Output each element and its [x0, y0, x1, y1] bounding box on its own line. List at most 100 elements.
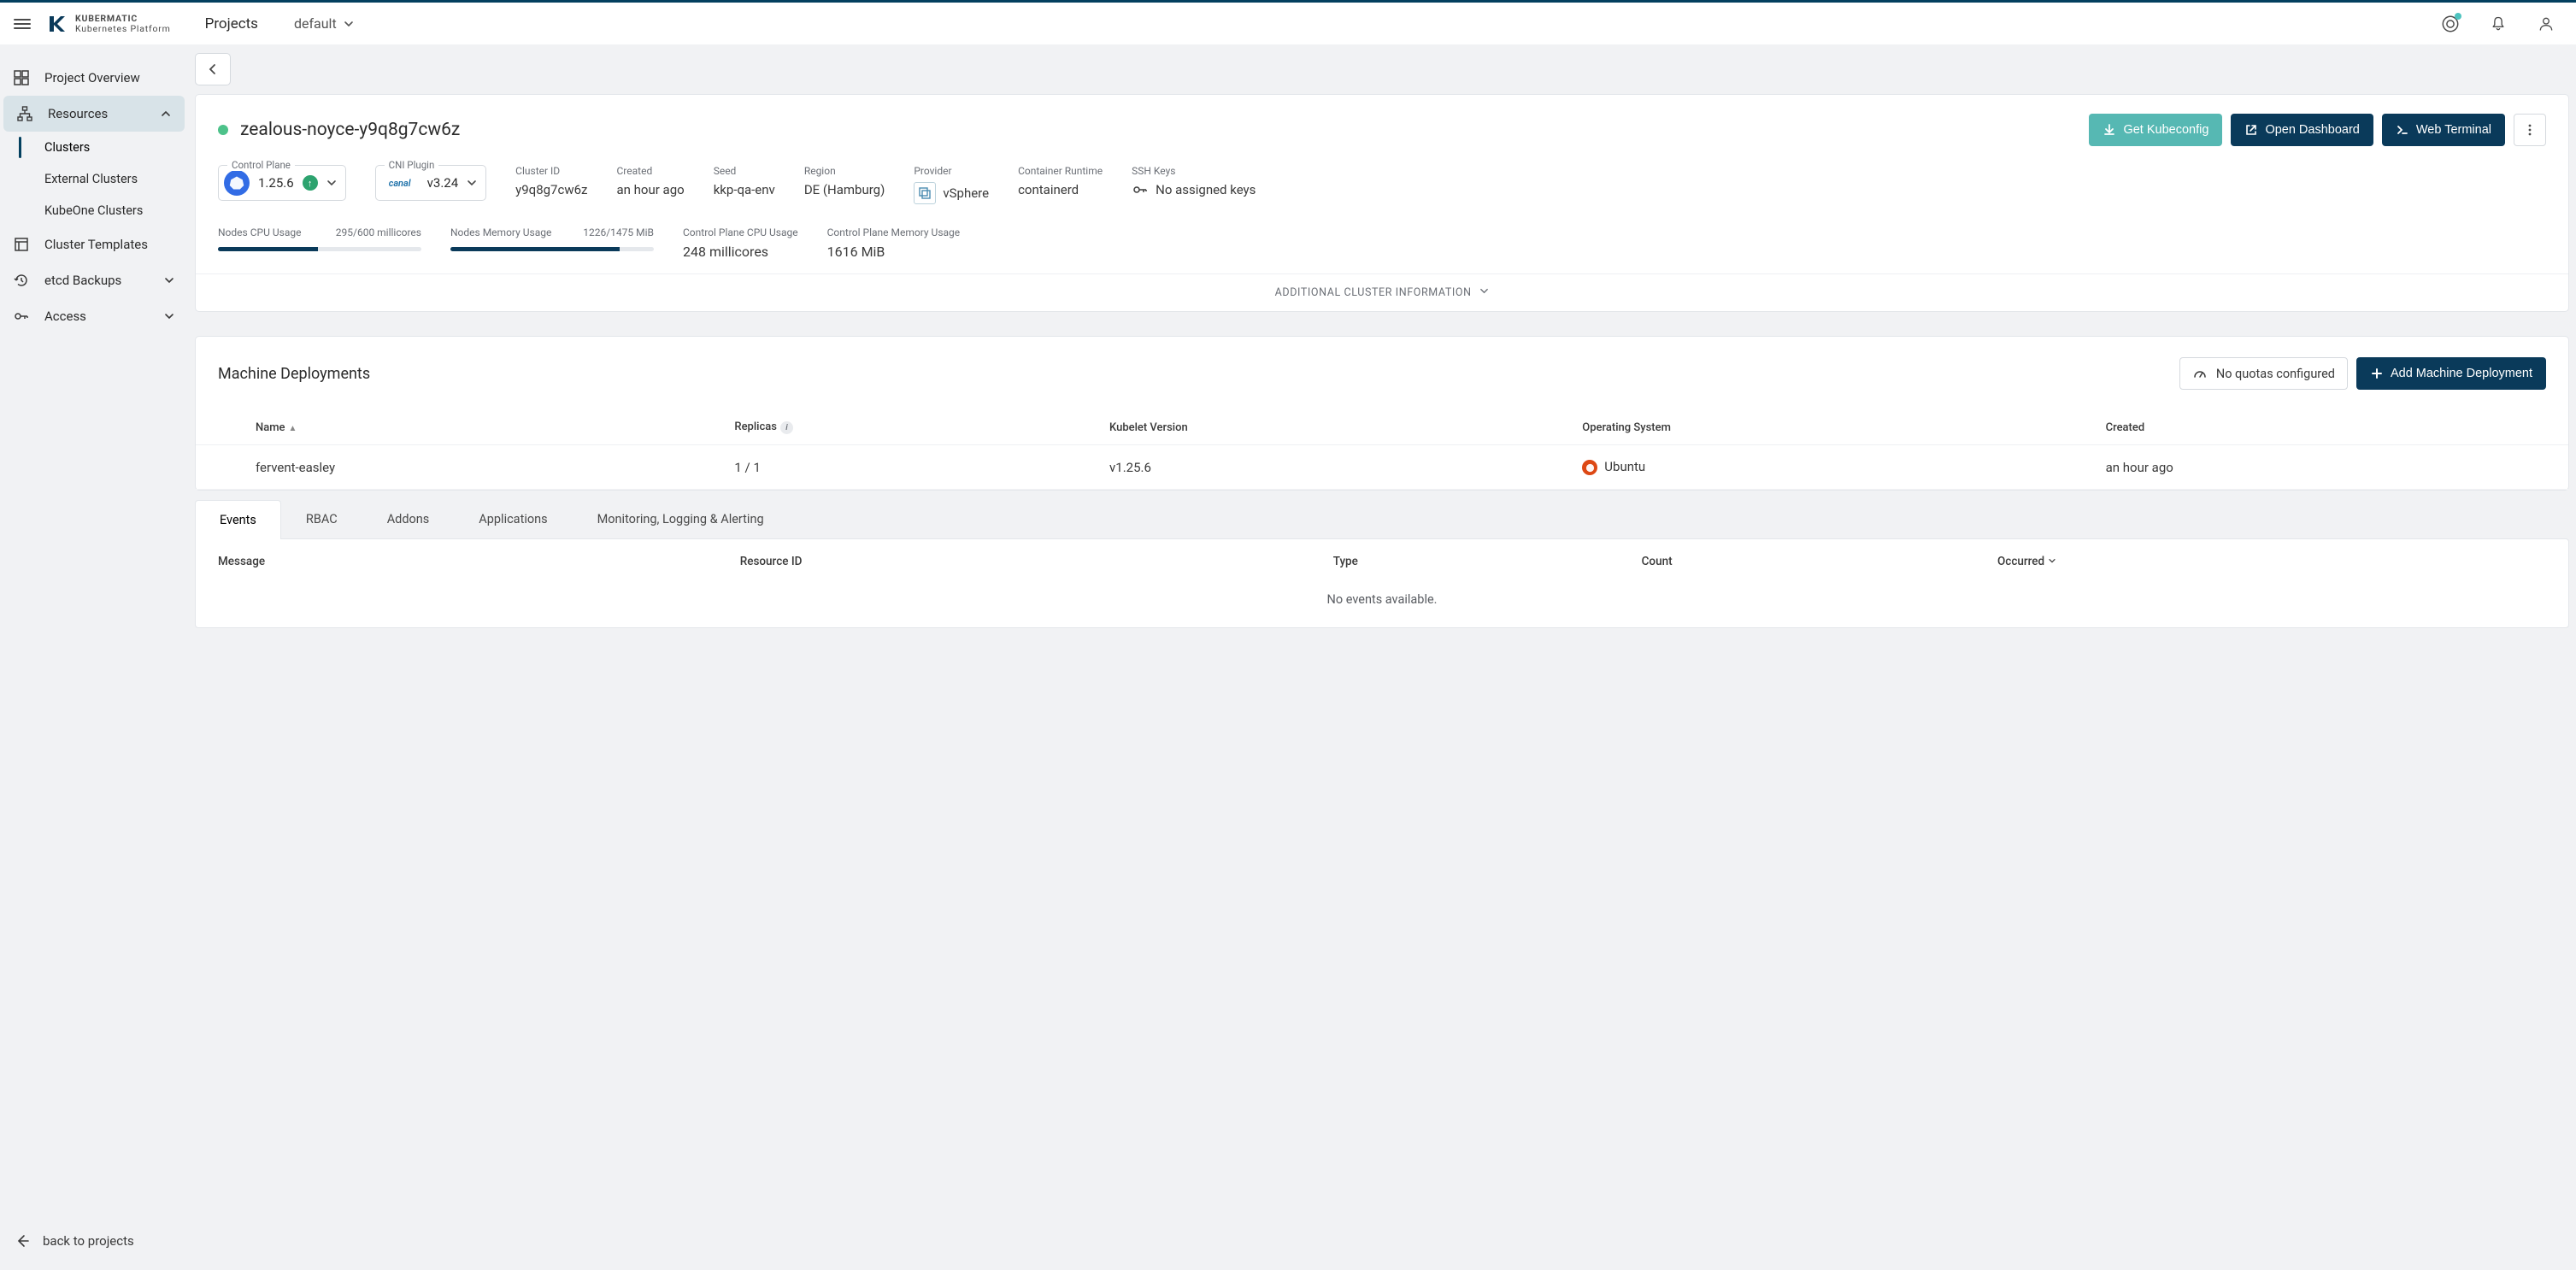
- control-plane-cpu-usage: Control Plane CPU Usage 248 millicores: [683, 226, 798, 260]
- tab-events[interactable]: Events: [195, 500, 281, 539]
- sidebar-item-resources[interactable]: Resources: [3, 96, 185, 132]
- runtime-field: Container Runtimecontainerd: [1018, 165, 1103, 197]
- sidebar-item-external-clusters[interactable]: External Clusters: [44, 163, 188, 195]
- web-terminal-button[interactable]: Web Terminal: [2382, 114, 2505, 146]
- tab-rbac[interactable]: RBAC: [281, 499, 362, 538]
- sidebar: Project Overview Resources Clusters Exte…: [0, 44, 188, 1270]
- sidebar-item-kubeone-clusters[interactable]: KubeOne Clusters: [44, 195, 188, 226]
- ev-col-type[interactable]: Type: [1311, 539, 1620, 580]
- back-label: back to projects: [43, 1233, 134, 1249]
- table-row[interactable]: fervent-easley 1 / 1 v1.25.6 Ubuntu an h…: [196, 445, 2568, 490]
- canal-logo-icon: canal: [381, 178, 419, 189]
- md-name: fervent-easley: [247, 445, 726, 490]
- template-icon: [14, 237, 32, 252]
- chip-label: Control Plane: [227, 159, 295, 171]
- col-os[interactable]: Operating System: [1573, 410, 2097, 445]
- chevron-left-icon: [207, 63, 219, 75]
- sort-arrow-up-icon: ▲: [289, 424, 297, 433]
- ev-col-resource[interactable]: Resource ID: [718, 539, 1311, 580]
- sidebar-item-templates[interactable]: Cluster Templates: [0, 226, 188, 262]
- cluster-name: zealous-noyce-y9q8g7cw6z: [240, 120, 460, 140]
- vsphere-icon: [914, 182, 936, 204]
- chevron-down-icon: [326, 178, 337, 188]
- get-kubeconfig-button[interactable]: Get Kubeconfig: [2089, 114, 2222, 146]
- col-kubelet[interactable]: Kubelet Version: [1101, 410, 1573, 445]
- key-icon: [1132, 182, 1149, 197]
- region-field: RegionDE (Hamburg): [804, 165, 885, 197]
- md-kubelet: v1.25.6: [1101, 445, 1573, 490]
- cluster-tabs: Events RBAC Addons Applications Monitori…: [195, 499, 2569, 628]
- machine-deployments-card: Machine Deployments No quotas configured…: [195, 336, 2569, 491]
- quota-button[interactable]: No quotas configured: [2179, 357, 2348, 390]
- more-actions-button[interactable]: [2514, 114, 2546, 146]
- col-replicas[interactable]: Replicasi: [726, 410, 1101, 445]
- arrow-left-icon: [14, 1232, 31, 1249]
- sidebar-item-label: Access: [44, 309, 86, 324]
- upgrade-available-icon: ↑: [303, 175, 318, 191]
- additional-info-expander[interactable]: ADDITIONAL CLUSTER INFORMATION: [196, 273, 2568, 311]
- topbar: KUBERMATIC Kubernetes Platform Projects …: [0, 0, 2576, 44]
- back-button[interactable]: [195, 53, 231, 85]
- col-name[interactable]: Name▲: [247, 410, 726, 445]
- cni-plugin-chip[interactable]: CNI Plugin canal v3.24: [375, 165, 487, 201]
- dots-vertical-icon: [2523, 123, 2537, 137]
- ev-col-count[interactable]: Count: [1620, 539, 1975, 580]
- changelog-icon[interactable]: [2434, 8, 2467, 40]
- control-plane-memory-usage: Control Plane Memory Usage 1616 MiB: [827, 226, 961, 260]
- sidebar-item-clusters[interactable]: Clusters: [44, 132, 188, 163]
- back-to-projects-link[interactable]: back to projects: [0, 1220, 188, 1270]
- k8s-version: 1.25.6: [258, 175, 294, 191]
- project-name: default: [294, 15, 337, 32]
- nodes-cpu-usage: Nodes CPU Usage295/600 millicores: [218, 226, 421, 260]
- ev-col-occurred[interactable]: Occurred: [1975, 539, 2568, 580]
- ev-col-message[interactable]: Message: [196, 539, 718, 580]
- ubuntu-icon: [1582, 460, 1597, 475]
- main-content: zealous-noyce-y9q8g7cw6z Get Kubeconfig …: [188, 44, 2576, 1270]
- events-panel: Message Resource ID Type Count Occurred …: [195, 538, 2569, 628]
- sidebar-item-label: Project Overview: [44, 70, 140, 85]
- nodes-memory-usage: Nodes Memory Usage1226/1475 MiB: [450, 226, 654, 260]
- chevron-down-icon: [164, 275, 174, 285]
- chevron-down-icon: [1479, 286, 1489, 299]
- provider-field: Provider vSphere: [914, 165, 989, 204]
- cluster-details-card: zealous-noyce-y9q8g7cw6z Get Kubeconfig …: [195, 94, 2569, 312]
- kubermatic-logo-icon: [46, 13, 68, 35]
- breadcrumb-projects[interactable]: Projects: [205, 15, 258, 32]
- created-field: Createdan hour ago: [617, 165, 685, 197]
- chevron-down-icon: [344, 19, 354, 29]
- md-os: Ubuntu: [1573, 445, 2097, 490]
- sidebar-item-access[interactable]: Access: [0, 298, 188, 334]
- brand-logo[interactable]: KUBERMATIC Kubernetes Platform: [46, 13, 171, 35]
- grid-icon: [14, 70, 32, 85]
- open-dashboard-button[interactable]: Open Dashboard: [2231, 114, 2373, 146]
- chevron-up-icon: [161, 109, 171, 119]
- notification-dot: [2455, 13, 2461, 20]
- chevron-down-icon: [2048, 555, 2056, 568]
- machine-deployments-title: Machine Deployments: [218, 365, 370, 383]
- control-plane-chip[interactable]: Control Plane 1.25.6 ↑: [218, 165, 346, 201]
- sidebar-item-label: Resources: [48, 106, 108, 121]
- download-icon: [2103, 123, 2116, 137]
- hamburger-menu-icon[interactable]: [14, 19, 31, 29]
- cni-version: v3.24: [427, 175, 459, 191]
- sidebar-item-etcd-backups[interactable]: etcd Backups: [0, 262, 188, 298]
- md-replicas: 1 / 1: [726, 445, 1101, 490]
- md-created: an hour ago: [2097, 445, 2517, 490]
- seed-field: Seedkkp-qa-env: [714, 165, 775, 197]
- project-selector[interactable]: default: [294, 15, 354, 32]
- chevron-down-icon: [467, 178, 477, 188]
- sidebar-item-overview[interactable]: Project Overview: [0, 60, 188, 96]
- tab-addons[interactable]: Addons: [362, 499, 455, 538]
- tab-monitoring[interactable]: Monitoring, Logging & Alerting: [573, 499, 789, 538]
- add-machine-deployment-button[interactable]: Add Machine Deployment: [2356, 357, 2546, 390]
- machine-deployments-table: Name▲ Replicasi Kubelet Version Operatin…: [196, 410, 2568, 490]
- ssh-keys-field[interactable]: SSH Keys No assigned keys: [1132, 165, 1256, 197]
- history-icon: [14, 273, 32, 288]
- bell-icon[interactable]: [2482, 8, 2514, 40]
- tab-applications[interactable]: Applications: [454, 499, 572, 538]
- user-icon[interactable]: [2530, 8, 2562, 40]
- chevron-down-icon: [164, 311, 174, 321]
- col-created[interactable]: Created: [2097, 410, 2517, 445]
- sidebar-resources-submenu: Clusters External Clusters KubeOne Clust…: [0, 132, 188, 226]
- sidebar-item-label: etcd Backups: [44, 273, 121, 288]
